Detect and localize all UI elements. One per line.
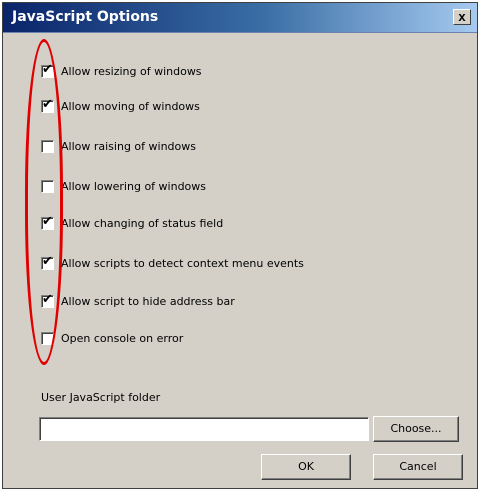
option-label: Allow scripts to detect context menu eve…: [61, 256, 304, 270]
title-bar: JavaScript Options x: [3, 3, 477, 33]
close-button[interactable]: x: [453, 9, 471, 25]
red-highlight-ellipse: [25, 39, 63, 365]
cancel-button[interactable]: Cancel: [373, 454, 463, 480]
option-allow-moving[interactable]: ✔ Allow moving of windows: [41, 97, 200, 114]
user-js-folder-input[interactable]: [39, 417, 369, 441]
dialog-title: JavaScript Options: [12, 9, 159, 25]
user-js-folder-label: User JavaScript folder: [41, 391, 161, 404]
option-label: Allow changing of status field: [61, 216, 224, 230]
javascript-options-dialog: JavaScript Options x ✔ Allow resizing of…: [2, 2, 478, 489]
option-allow-resizing[interactable]: ✔ Allow resizing of windows: [41, 62, 202, 79]
ok-button[interactable]: OK: [261, 454, 351, 480]
option-allow-lowering[interactable]: Allow lowering of windows: [41, 178, 206, 194]
option-allow-raising[interactable]: Allow raising of windows: [41, 138, 196, 154]
choose-button[interactable]: Choose...: [373, 416, 459, 442]
option-label: Allow resizing of windows: [61, 64, 202, 78]
option-open-console[interactable]: Open console on error: [41, 330, 183, 346]
option-label: Allow lowering of windows: [61, 179, 207, 193]
option-allow-status-field[interactable]: ✔ Allow changing of status field: [41, 214, 224, 231]
option-label: Allow raising of windows: [61, 139, 196, 153]
option-hide-address-bar[interactable]: ✔ Allow script to hide address bar: [41, 292, 235, 309]
option-label: Allow script to hide address bar: [61, 294, 235, 308]
option-label: Open console on error: [61, 331, 184, 345]
option-label: Allow moving of windows: [61, 99, 200, 113]
close-icon: x: [458, 9, 466, 24]
option-detect-context-menu[interactable]: ✔ Allow scripts to detect context menu e…: [41, 254, 304, 271]
